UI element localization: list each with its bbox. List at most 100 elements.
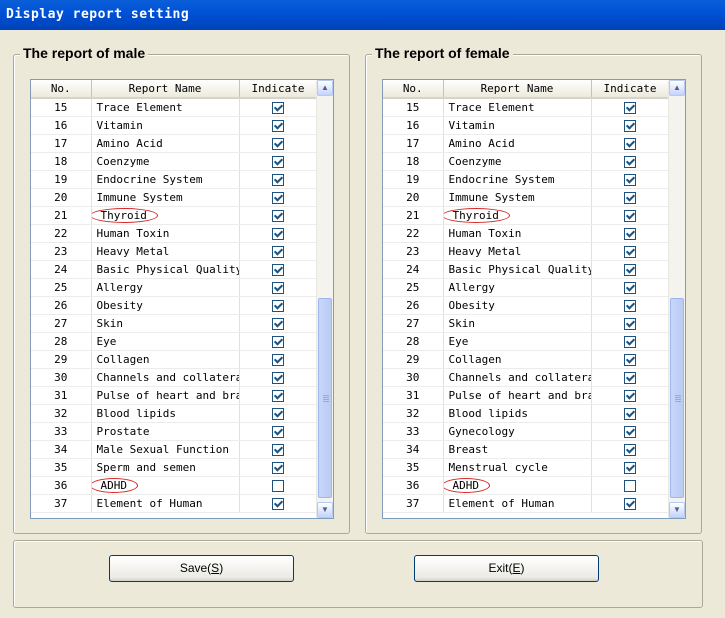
table-row[interactable]: 15 Trace Element [31,98,318,117]
table-row[interactable]: 23 Heavy Metal [383,242,670,261]
indicate-checkbox[interactable] [624,228,636,240]
male-list-scrollbar[interactable]: ▲ ▼ [316,80,333,518]
table-row[interactable]: 34 Male Sexual Function [31,440,318,459]
scroll-thumb[interactable] [318,298,332,498]
table-row[interactable]: 27 Skin [383,314,670,333]
table-row[interactable]: 20 Immune System [383,188,670,207]
indicate-checkbox[interactable] [624,462,636,474]
female-list-scrollbar[interactable]: ▲ ▼ [668,80,685,518]
indicate-checkbox[interactable] [624,138,636,150]
table-row[interactable]: 22 Human Toxin [383,224,670,243]
indicate-checkbox[interactable] [272,282,284,294]
indicate-checkbox[interactable] [624,444,636,456]
table-row[interactable]: 19 Endocrine System [31,170,318,189]
table-row[interactable]: 15 Trace Element [383,98,670,117]
indicate-checkbox[interactable] [624,282,636,294]
table-row[interactable]: 31 Pulse of heart and brai [31,386,318,405]
indicate-checkbox[interactable] [272,210,284,222]
indicate-checkbox[interactable] [272,390,284,402]
table-row[interactable]: 18 Coenzyme [31,152,318,171]
table-row[interactable]: 20 Immune System [31,188,318,207]
indicate-checkbox[interactable] [624,498,636,510]
table-row[interactable]: 35 Sperm and semen [31,458,318,477]
table-row[interactable]: 37 Element of Human [383,494,670,513]
indicate-checkbox[interactable] [272,174,284,186]
indicate-checkbox[interactable] [272,498,284,510]
female-report-list[interactable]: No. Report Name Indicate 15 Trace Element… [382,79,686,519]
indicate-checkbox[interactable] [624,174,636,186]
table-row[interactable]: 33 Gynecology [383,422,670,441]
indicate-checkbox[interactable] [272,246,284,258]
scroll-up-arrow-icon[interactable]: ▲ [317,80,333,96]
table-row[interactable]: 18 Coenzyme [383,152,670,171]
table-row[interactable]: 25 Allergy [383,278,670,297]
table-row[interactable]: 21 Thyroid [31,206,318,225]
indicate-checkbox[interactable] [272,120,284,132]
table-row[interactable]: 16 Vitamin [383,116,670,135]
table-row[interactable]: 36 ADHD [31,476,318,495]
table-row[interactable]: 25 Allergy [31,278,318,297]
indicate-checkbox[interactable] [272,102,284,114]
indicate-checkbox[interactable] [624,318,636,330]
indicate-checkbox[interactable] [272,156,284,168]
table-row[interactable]: 16 Vitamin [31,116,318,135]
male-report-list[interactable]: No. Report Name Indicate 15 Trace Element… [30,79,334,519]
table-row[interactable]: 22 Human Toxin [31,224,318,243]
table-row[interactable]: 26 Obesity [31,296,318,315]
title-bar[interactable]: Display report setting [0,0,725,30]
table-row[interactable]: 32 Blood lipids [383,404,670,423]
table-row[interactable]: 21 Thyroid [383,206,670,225]
indicate-checkbox[interactable] [624,192,636,204]
indicate-checkbox[interactable] [272,480,284,492]
indicate-checkbox[interactable] [624,408,636,420]
column-header-no[interactable]: No. [31,80,92,99]
indicate-checkbox[interactable] [624,264,636,276]
indicate-checkbox[interactable] [624,426,636,438]
table-row[interactable]: 31 Pulse of heart and brai [383,386,670,405]
table-row[interactable]: 34 Breast [383,440,670,459]
indicate-checkbox[interactable] [624,480,636,492]
exit-button[interactable]: Exit(E) [414,555,599,582]
scroll-thumb[interactable] [670,298,684,498]
table-row[interactable]: 19 Endocrine System [383,170,670,189]
indicate-checkbox[interactable] [272,336,284,348]
table-row[interactable]: 24 Basic Physical Quality [383,260,670,279]
indicate-checkbox[interactable] [272,372,284,384]
indicate-checkbox[interactable] [624,336,636,348]
table-row[interactable]: 28 Eye [383,332,670,351]
indicate-checkbox[interactable] [272,138,284,150]
indicate-checkbox[interactable] [624,354,636,366]
indicate-checkbox[interactable] [624,390,636,402]
scroll-up-arrow-icon[interactable]: ▲ [669,80,685,96]
indicate-checkbox[interactable] [624,102,636,114]
indicate-checkbox[interactable] [272,426,284,438]
table-row[interactable]: 27 Skin [31,314,318,333]
indicate-checkbox[interactable] [624,156,636,168]
indicate-checkbox[interactable] [272,444,284,456]
table-row[interactable]: 24 Basic Physical Quality [31,260,318,279]
table-row[interactable]: 30 Channels and collateral: [31,368,318,387]
column-header-report-name[interactable]: Report Name [443,80,592,99]
indicate-checkbox[interactable] [272,354,284,366]
table-row[interactable]: 29 Collagen [31,350,318,369]
table-row[interactable]: 17 Amino Acid [31,134,318,153]
column-header-report-name[interactable]: Report Name [91,80,240,99]
column-header-indicate[interactable]: Indicate [239,80,318,99]
table-row[interactable]: 36 ADHD [383,476,670,495]
indicate-checkbox[interactable] [272,300,284,312]
table-row[interactable]: 30 Channels and collateral: [383,368,670,387]
table-row[interactable]: 33 Prostate [31,422,318,441]
table-row[interactable]: 28 Eye [31,332,318,351]
indicate-checkbox[interactable] [624,120,636,132]
scroll-down-arrow-icon[interactable]: ▼ [669,502,685,518]
table-row[interactable]: 32 Blood lipids [31,404,318,423]
column-header-no[interactable]: No. [383,80,444,99]
indicate-checkbox[interactable] [272,408,284,420]
indicate-checkbox[interactable] [624,300,636,312]
column-header-indicate[interactable]: Indicate [591,80,670,99]
table-row[interactable]: 35 Menstrual cycle [383,458,670,477]
indicate-checkbox[interactable] [272,462,284,474]
table-row[interactable]: 23 Heavy Metal [31,242,318,261]
indicate-checkbox[interactable] [624,210,636,222]
table-row[interactable]: 37 Element of Human [31,494,318,513]
